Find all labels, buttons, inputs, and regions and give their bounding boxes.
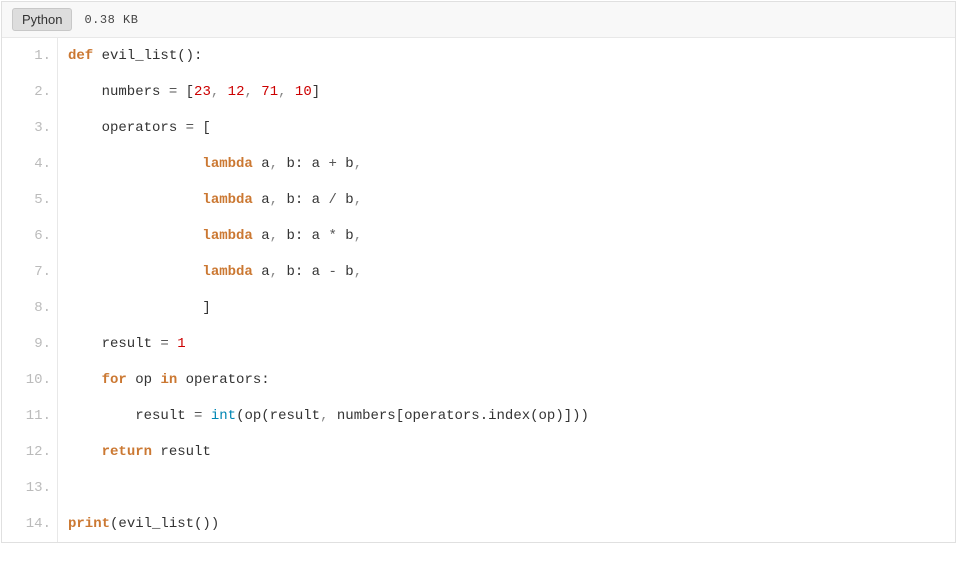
paste-container: Python 0.38 KB 1.2.3.4.5.6.7.8.9.10.11.1… <box>1 1 956 543</box>
line-number: 10. <box>2 362 57 398</box>
line-number: 11. <box>2 398 57 434</box>
code-line: for op in operators: <box>68 362 955 398</box>
file-size: 0.38 KB <box>84 13 138 27</box>
line-number: 13. <box>2 470 57 506</box>
paste-header: Python 0.38 KB <box>2 2 955 38</box>
code-line <box>68 470 955 506</box>
line-number: 2. <box>2 74 57 110</box>
line-number: 12. <box>2 434 57 470</box>
line-number: 3. <box>2 110 57 146</box>
line-number: 6. <box>2 218 57 254</box>
code-area: 1.2.3.4.5.6.7.8.9.10.11.12.13.14. def ev… <box>2 38 955 542</box>
code-line: print(evil_list()) <box>68 506 955 542</box>
line-number: 14. <box>2 506 57 542</box>
code-line: numbers = [23, 12, 71, 10] <box>68 74 955 110</box>
code-line: lambda a, b: a * b, <box>68 218 955 254</box>
line-number: 9. <box>2 326 57 362</box>
code-line: result = int(op(result, numbers[operator… <box>68 398 955 434</box>
code-line: return result <box>68 434 955 470</box>
line-number: 1. <box>2 38 57 74</box>
code-content[interactable]: def evil_list(): numbers = [23, 12, 71, … <box>58 38 955 542</box>
line-number: 8. <box>2 290 57 326</box>
code-line: lambda a, b: a + b, <box>68 146 955 182</box>
code-line: lambda a, b: a - b, <box>68 254 955 290</box>
code-line: operators = [ <box>68 110 955 146</box>
line-number: 5. <box>2 182 57 218</box>
line-number: 7. <box>2 254 57 290</box>
code-line: ] <box>68 290 955 326</box>
language-badge[interactable]: Python <box>12 8 72 31</box>
line-number-gutter: 1.2.3.4.5.6.7.8.9.10.11.12.13.14. <box>2 38 58 542</box>
code-line: result = 1 <box>68 326 955 362</box>
code-line: lambda a, b: a / b, <box>68 182 955 218</box>
code-line: def evil_list(): <box>68 38 955 74</box>
line-number: 4. <box>2 146 57 182</box>
